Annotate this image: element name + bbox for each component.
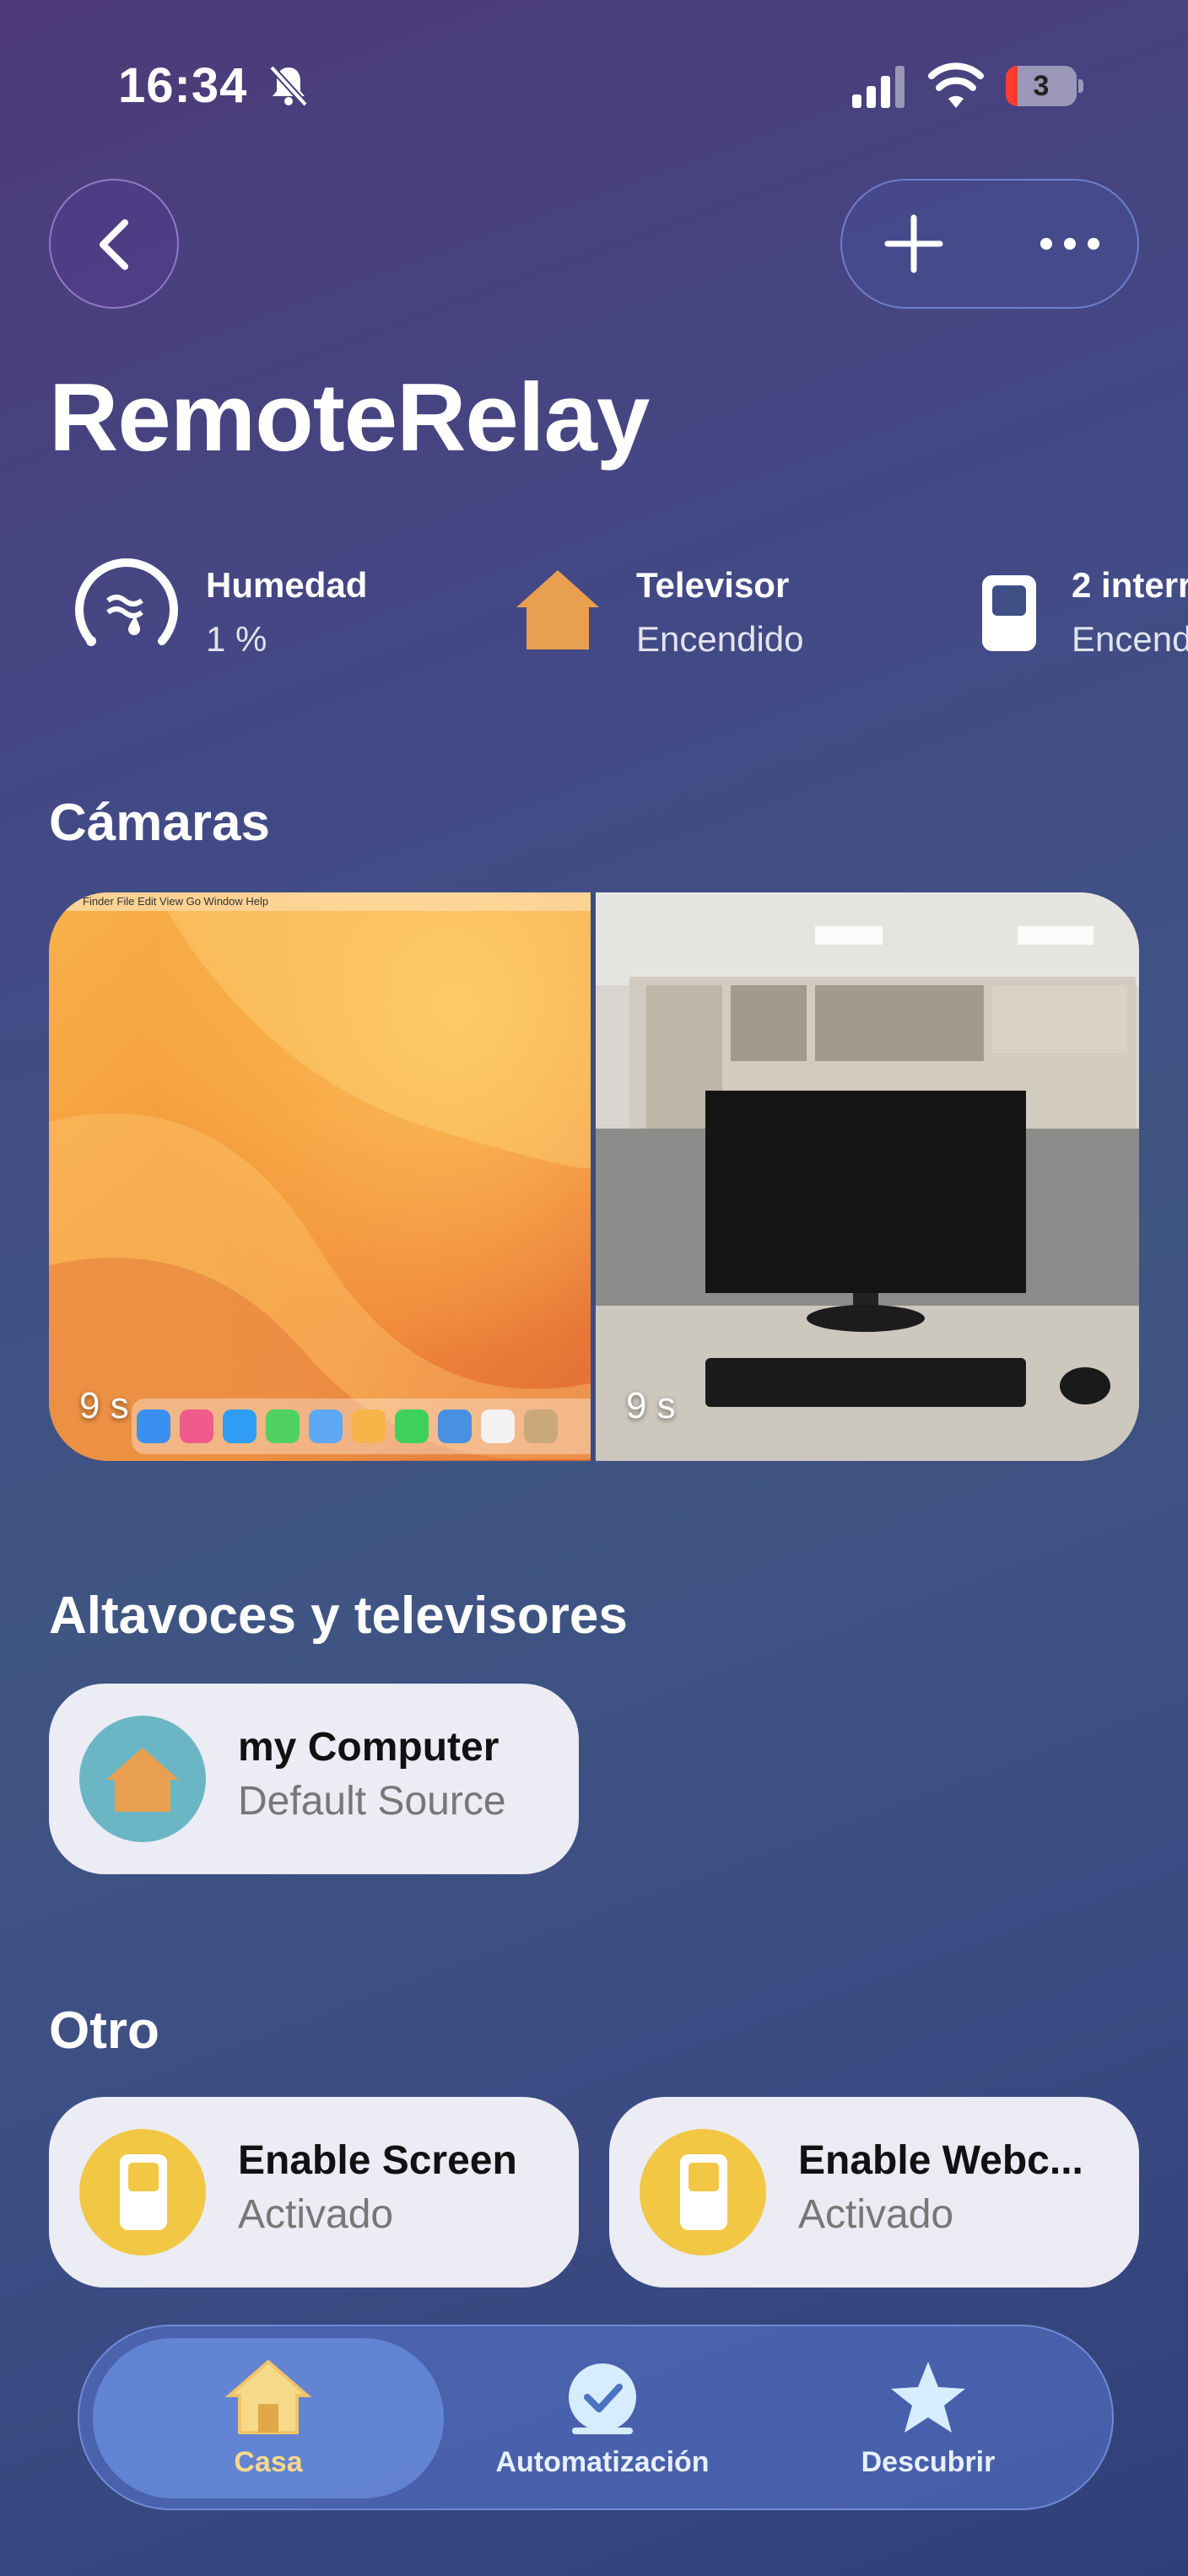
wifi-icon [928, 62, 984, 108]
tab-bar: Casa Automatización Descubrir [78, 2325, 1114, 2510]
summary-tv[interactable]: Televisor Encendido [511, 557, 883, 675]
tab-label: Automatización [495, 2446, 710, 2478]
my-computer-tile[interactable]: my Computer Default Source [49, 1684, 579, 1874]
tab-casa[interactable]: Casa [93, 2326, 444, 2512]
camera-age-label: 9 s [79, 1385, 129, 1426]
switch-icon [640, 2129, 766, 2255]
summary-title: Televisor [636, 565, 790, 605]
plus-icon [884, 214, 943, 273]
summary-value: Encendido [636, 619, 804, 659]
enable-screen-tile[interactable]: Enable Screen Activado [49, 2097, 579, 2288]
switch-icon [982, 575, 1036, 651]
summary-title: 2 interruptores [1072, 565, 1188, 605]
tab-automatizacion[interactable]: Automatización [476, 2326, 729, 2512]
cameras-grid: Finder File Edit View Go Window Help 9 s [49, 892, 1139, 1461]
other-section-title: Otro [49, 2002, 159, 2060]
bell-slash-icon [269, 65, 308, 107]
cellular-signal-icon [852, 66, 904, 108]
camera-webcam-preview[interactable]: 9 s [596, 892, 1139, 1461]
tile-title: my Computer [238, 1725, 500, 1770]
office-scene [596, 892, 1139, 1461]
ellipsis-icon [1040, 238, 1099, 250]
tab-label: Casa [234, 2446, 303, 2478]
summary-value: 1 % [206, 619, 267, 659]
cameras-section-title: Cámaras [49, 794, 270, 852]
chevron-left-icon [100, 219, 128, 270]
tile-subtitle: Activado [238, 2192, 394, 2237]
status-time: 16:34 [118, 58, 248, 113]
add-button[interactable] [876, 206, 952, 282]
mac-menubar: Finder File Edit View Go Window Help [49, 892, 591, 911]
tile-subtitle: Activado [798, 2192, 954, 2237]
mac-dock [132, 1398, 604, 1454]
tab-descubrir[interactable]: Descubrir [802, 2326, 1055, 2512]
more-button[interactable] [1028, 206, 1112, 282]
humidity-icon [75, 558, 178, 646]
camera-age-label: 9 s [626, 1385, 676, 1426]
page-title: RemoteRelay [49, 364, 650, 472]
header-actions [840, 179, 1139, 309]
speakers-section-title: Altavoces y televisores [49, 1587, 628, 1645]
tile-title: Enable Screen [238, 2138, 517, 2183]
back-button[interactable] [49, 179, 179, 309]
wallpaper-waves [49, 911, 591, 1459]
camera-screen-preview[interactable]: Finder File Edit View Go Window Help 9 s [49, 892, 604, 1461]
switch-icon [79, 2129, 206, 2255]
tile-title: Enable Webc... [798, 2138, 1083, 2183]
clock-icon [569, 2363, 636, 2434]
enable-webcam-tile[interactable]: Enable Webc... Activado [609, 2097, 1139, 2288]
house-icon [516, 570, 599, 649]
summary-value: Encendidos [1072, 619, 1188, 659]
battery-indicator: 3 [1006, 66, 1085, 108]
summary-humidity[interactable]: Humedad 1 % [68, 557, 439, 675]
summary-switches[interactable]: 2 interruptores Encendidos [977, 557, 1188, 675]
battery-level: 3 [1033, 70, 1050, 102]
tab-label: Descubrir [861, 2446, 996, 2478]
house-icon [79, 1716, 206, 1842]
house-icon [224, 2359, 312, 2434]
summary-title: Humedad [206, 565, 368, 605]
star-icon [891, 2362, 965, 2433]
tile-subtitle: Default Source [238, 1779, 506, 1824]
